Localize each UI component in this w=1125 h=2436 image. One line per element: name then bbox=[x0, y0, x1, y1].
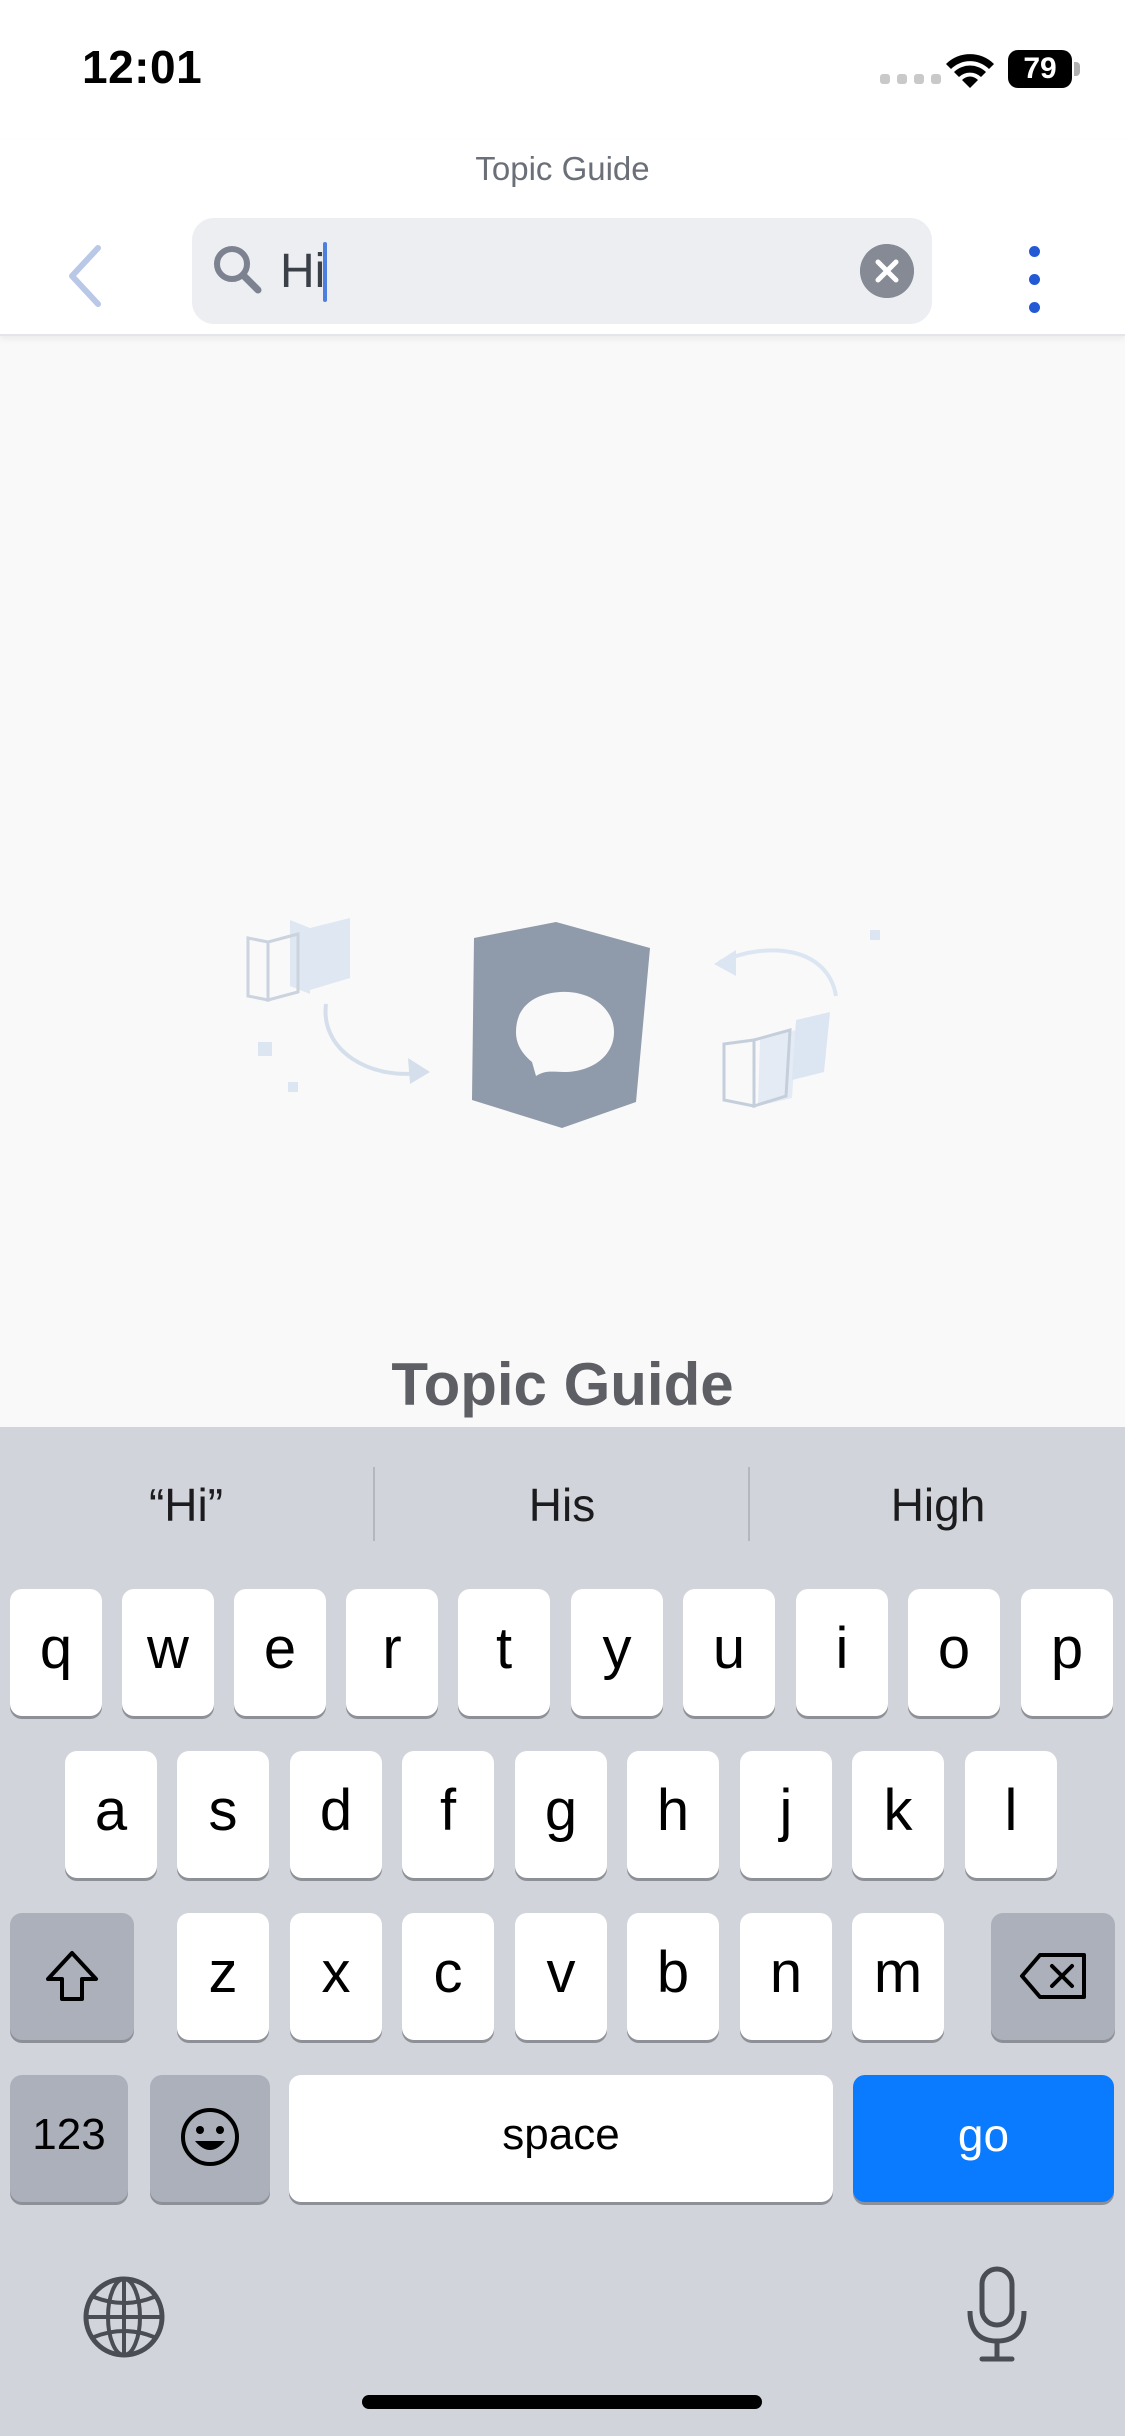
key-o[interactable]: o bbox=[908, 1589, 1000, 1716]
key-c[interactable]: c bbox=[402, 1913, 494, 2040]
key-s[interactable]: s bbox=[177, 1751, 269, 1878]
key-b[interactable]: b bbox=[627, 1913, 719, 2040]
key-d[interactable]: d bbox=[290, 1751, 382, 1878]
search-bar[interactable] bbox=[192, 218, 932, 324]
suggestion-item[interactable]: “Hi” bbox=[0, 1465, 372, 1545]
key-w[interactable]: w bbox=[122, 1589, 214, 1716]
key-m[interactable]: m bbox=[852, 1913, 944, 2040]
key-k[interactable]: k bbox=[852, 1751, 944, 1878]
book-icon bbox=[246, 918, 350, 1002]
key-y[interactable]: y bbox=[571, 1589, 663, 1716]
home-indicator bbox=[362, 2395, 762, 2409]
key-v[interactable]: v bbox=[515, 1913, 607, 2040]
key-p[interactable]: p bbox=[1021, 1589, 1113, 1716]
key-u[interactable]: u bbox=[683, 1589, 775, 1716]
wifi-icon bbox=[946, 54, 994, 88]
search-icon bbox=[214, 246, 262, 294]
shift-icon bbox=[46, 1951, 98, 2001]
battery-level: 79 bbox=[1008, 50, 1072, 88]
emoji-icon bbox=[181, 2108, 239, 2166]
cellular-signal-icon bbox=[880, 74, 941, 84]
topic-guide-illustration bbox=[246, 918, 880, 1128]
backspace-icon bbox=[1020, 1953, 1086, 1999]
key-z[interactable]: z bbox=[177, 1913, 269, 2040]
go-key[interactable]: go bbox=[853, 2075, 1114, 2202]
keyboard: “Hi” His High q w e r t y u i o p a s d … bbox=[0, 1427, 1125, 2436]
microphone-icon[interactable] bbox=[962, 2265, 1032, 2365]
key-q[interactable]: q bbox=[10, 1589, 102, 1716]
key-e[interactable]: e bbox=[234, 1589, 326, 1716]
shift-key[interactable] bbox=[10, 1913, 134, 2040]
suggestion-bar: “Hi” His High bbox=[0, 1427, 1125, 1583]
key-f[interactable]: f bbox=[402, 1751, 494, 1878]
divider bbox=[748, 1467, 750, 1541]
divider bbox=[373, 1467, 375, 1541]
key-j[interactable]: j bbox=[740, 1751, 832, 1878]
key-h[interactable]: h bbox=[627, 1751, 719, 1878]
globe-icon[interactable] bbox=[82, 2275, 166, 2359]
numbers-key[interactable]: 123 bbox=[10, 2075, 128, 2202]
empty-state-title: Topic Guide bbox=[391, 1351, 734, 1418]
battery-icon: 79 bbox=[1008, 50, 1080, 88]
suggestion-item[interactable]: High bbox=[752, 1465, 1124, 1545]
backspace-key[interactable] bbox=[991, 1913, 1115, 2040]
key-i[interactable]: i bbox=[796, 1589, 888, 1716]
page-title: Topic Guide bbox=[475, 150, 650, 187]
key-l[interactable]: l bbox=[965, 1751, 1057, 1878]
text-caret bbox=[323, 242, 327, 302]
key-n[interactable]: n bbox=[740, 1913, 832, 2040]
key-g[interactable]: g bbox=[515, 1751, 607, 1878]
clear-icon[interactable] bbox=[860, 244, 914, 298]
more-vertical-icon[interactable] bbox=[1015, 240, 1055, 320]
suggestion-item[interactable]: His bbox=[376, 1465, 748, 1545]
search-input[interactable] bbox=[280, 232, 840, 310]
space-key[interactable]: space bbox=[289, 2075, 833, 2202]
key-a[interactable]: a bbox=[65, 1751, 157, 1878]
key-r[interactable]: r bbox=[346, 1589, 438, 1716]
status-bar: 12:01 79 bbox=[0, 0, 1125, 140]
status-time: 12:01 bbox=[82, 41, 203, 93]
emoji-key[interactable] bbox=[150, 2075, 270, 2202]
key-x[interactable]: x bbox=[290, 1913, 382, 2040]
back-chevron-icon[interactable] bbox=[58, 236, 118, 316]
key-t[interactable]: t bbox=[458, 1589, 550, 1716]
nav-header: Topic Guide bbox=[0, 140, 1125, 336]
